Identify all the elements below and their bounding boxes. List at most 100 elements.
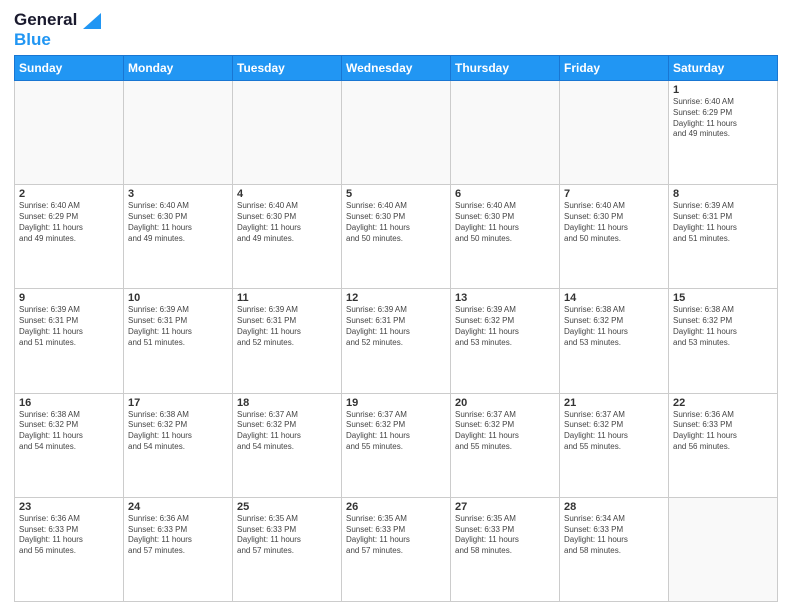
day-cell — [233, 81, 342, 185]
day-info: Sunrise: 6:40 AM Sunset: 6:30 PM Dayligh… — [128, 201, 228, 244]
day-cell: 7Sunrise: 6:40 AM Sunset: 6:30 PM Daylig… — [560, 185, 669, 289]
day-number: 26 — [346, 501, 446, 513]
day-info: Sunrise: 6:40 AM Sunset: 6:30 PM Dayligh… — [455, 201, 555, 244]
day-info: Sunrise: 6:40 AM Sunset: 6:30 PM Dayligh… — [237, 201, 337, 244]
day-cell: 3Sunrise: 6:40 AM Sunset: 6:30 PM Daylig… — [124, 185, 233, 289]
day-number: 2 — [19, 188, 119, 200]
logo-blue: Blue — [14, 30, 101, 50]
weekday-monday: Monday — [124, 56, 233, 81]
day-cell: 4Sunrise: 6:40 AM Sunset: 6:30 PM Daylig… — [233, 185, 342, 289]
day-cell — [15, 81, 124, 185]
day-info: Sunrise: 6:38 AM Sunset: 6:32 PM Dayligh… — [19, 410, 119, 453]
day-number: 12 — [346, 292, 446, 304]
week-row-1: 2Sunrise: 6:40 AM Sunset: 6:29 PM Daylig… — [15, 185, 778, 289]
day-info: Sunrise: 6:37 AM Sunset: 6:32 PM Dayligh… — [346, 410, 446, 453]
day-number: 4 — [237, 188, 337, 200]
weekday-sunday: Sunday — [15, 56, 124, 81]
page: General Blue SundayMondayTuesdayWednesda… — [0, 0, 792, 612]
day-number: 11 — [237, 292, 337, 304]
day-cell — [342, 81, 451, 185]
day-number: 10 — [128, 292, 228, 304]
logo-icon — [83, 13, 101, 29]
day-number: 21 — [564, 397, 664, 409]
day-cell — [124, 81, 233, 185]
day-cell: 21Sunrise: 6:37 AM Sunset: 6:32 PM Dayli… — [560, 393, 669, 497]
day-number: 28 — [564, 501, 664, 513]
day-cell: 23Sunrise: 6:36 AM Sunset: 6:33 PM Dayli… — [15, 497, 124, 601]
day-cell — [451, 81, 560, 185]
day-cell: 11Sunrise: 6:39 AM Sunset: 6:31 PM Dayli… — [233, 289, 342, 393]
day-number: 20 — [455, 397, 555, 409]
day-cell: 17Sunrise: 6:38 AM Sunset: 6:32 PM Dayli… — [124, 393, 233, 497]
week-row-0: 1Sunrise: 6:40 AM Sunset: 6:29 PM Daylig… — [15, 81, 778, 185]
day-info: Sunrise: 6:37 AM Sunset: 6:32 PM Dayligh… — [455, 410, 555, 453]
day-info: Sunrise: 6:35 AM Sunset: 6:33 PM Dayligh… — [237, 514, 337, 557]
day-cell: 25Sunrise: 6:35 AM Sunset: 6:33 PM Dayli… — [233, 497, 342, 601]
day-info: Sunrise: 6:39 AM Sunset: 6:31 PM Dayligh… — [128, 305, 228, 348]
day-cell: 12Sunrise: 6:39 AM Sunset: 6:31 PM Dayli… — [342, 289, 451, 393]
week-row-3: 16Sunrise: 6:38 AM Sunset: 6:32 PM Dayli… — [15, 393, 778, 497]
day-number: 23 — [19, 501, 119, 513]
day-info: Sunrise: 6:38 AM Sunset: 6:32 PM Dayligh… — [564, 305, 664, 348]
day-info: Sunrise: 6:39 AM Sunset: 6:32 PM Dayligh… — [455, 305, 555, 348]
day-cell: 5Sunrise: 6:40 AM Sunset: 6:30 PM Daylig… — [342, 185, 451, 289]
day-number: 24 — [128, 501, 228, 513]
calendar-table: SundayMondayTuesdayWednesdayThursdayFrid… — [14, 55, 778, 602]
day-number: 9 — [19, 292, 119, 304]
weekday-thursday: Thursday — [451, 56, 560, 81]
day-info: Sunrise: 6:37 AM Sunset: 6:32 PM Dayligh… — [564, 410, 664, 453]
day-cell: 1Sunrise: 6:40 AM Sunset: 6:29 PM Daylig… — [669, 81, 778, 185]
day-info: Sunrise: 6:40 AM Sunset: 6:29 PM Dayligh… — [19, 201, 119, 244]
day-cell: 2Sunrise: 6:40 AM Sunset: 6:29 PM Daylig… — [15, 185, 124, 289]
day-number: 8 — [673, 188, 773, 200]
day-info: Sunrise: 6:36 AM Sunset: 6:33 PM Dayligh… — [19, 514, 119, 557]
day-cell: 8Sunrise: 6:39 AM Sunset: 6:31 PM Daylig… — [669, 185, 778, 289]
day-cell: 20Sunrise: 6:37 AM Sunset: 6:32 PM Dayli… — [451, 393, 560, 497]
day-number: 17 — [128, 397, 228, 409]
day-cell — [669, 497, 778, 601]
day-info: Sunrise: 6:36 AM Sunset: 6:33 PM Dayligh… — [673, 410, 773, 453]
day-info: Sunrise: 6:39 AM Sunset: 6:31 PM Dayligh… — [346, 305, 446, 348]
day-number: 14 — [564, 292, 664, 304]
day-number: 18 — [237, 397, 337, 409]
day-cell: 6Sunrise: 6:40 AM Sunset: 6:30 PM Daylig… — [451, 185, 560, 289]
day-cell: 28Sunrise: 6:34 AM Sunset: 6:33 PM Dayli… — [560, 497, 669, 601]
day-cell: 14Sunrise: 6:38 AM Sunset: 6:32 PM Dayli… — [560, 289, 669, 393]
day-number: 15 — [673, 292, 773, 304]
weekday-header-row: SundayMondayTuesdayWednesdayThursdayFrid… — [15, 56, 778, 81]
day-info: Sunrise: 6:38 AM Sunset: 6:32 PM Dayligh… — [128, 410, 228, 453]
day-cell: 27Sunrise: 6:35 AM Sunset: 6:33 PM Dayli… — [451, 497, 560, 601]
week-row-2: 9Sunrise: 6:39 AM Sunset: 6:31 PM Daylig… — [15, 289, 778, 393]
weekday-tuesday: Tuesday — [233, 56, 342, 81]
day-number: 7 — [564, 188, 664, 200]
day-info: Sunrise: 6:35 AM Sunset: 6:33 PM Dayligh… — [455, 514, 555, 557]
day-number: 13 — [455, 292, 555, 304]
day-number: 16 — [19, 397, 119, 409]
week-row-4: 23Sunrise: 6:36 AM Sunset: 6:33 PM Dayli… — [15, 497, 778, 601]
day-info: Sunrise: 6:39 AM Sunset: 6:31 PM Dayligh… — [673, 201, 773, 244]
day-info: Sunrise: 6:39 AM Sunset: 6:31 PM Dayligh… — [19, 305, 119, 348]
day-cell — [560, 81, 669, 185]
day-number: 1 — [673, 84, 773, 96]
day-number: 3 — [128, 188, 228, 200]
day-info: Sunrise: 6:35 AM Sunset: 6:33 PM Dayligh… — [346, 514, 446, 557]
day-info: Sunrise: 6:38 AM Sunset: 6:32 PM Dayligh… — [673, 305, 773, 348]
day-cell: 15Sunrise: 6:38 AM Sunset: 6:32 PM Dayli… — [669, 289, 778, 393]
day-cell: 19Sunrise: 6:37 AM Sunset: 6:32 PM Dayli… — [342, 393, 451, 497]
day-info: Sunrise: 6:36 AM Sunset: 6:33 PM Dayligh… — [128, 514, 228, 557]
day-cell: 26Sunrise: 6:35 AM Sunset: 6:33 PM Dayli… — [342, 497, 451, 601]
day-cell: 10Sunrise: 6:39 AM Sunset: 6:31 PM Dayli… — [124, 289, 233, 393]
day-cell: 16Sunrise: 6:38 AM Sunset: 6:32 PM Dayli… — [15, 393, 124, 497]
day-cell: 24Sunrise: 6:36 AM Sunset: 6:33 PM Dayli… — [124, 497, 233, 601]
day-number: 25 — [237, 501, 337, 513]
day-number: 19 — [346, 397, 446, 409]
day-info: Sunrise: 6:40 AM Sunset: 6:29 PM Dayligh… — [673, 97, 773, 140]
weekday-saturday: Saturday — [669, 56, 778, 81]
weekday-friday: Friday — [560, 56, 669, 81]
day-number: 27 — [455, 501, 555, 513]
header: General Blue — [14, 10, 778, 49]
day-cell: 13Sunrise: 6:39 AM Sunset: 6:32 PM Dayli… — [451, 289, 560, 393]
day-cell: 22Sunrise: 6:36 AM Sunset: 6:33 PM Dayli… — [669, 393, 778, 497]
logo-text: General — [14, 10, 101, 30]
logo: General Blue — [14, 10, 101, 49]
